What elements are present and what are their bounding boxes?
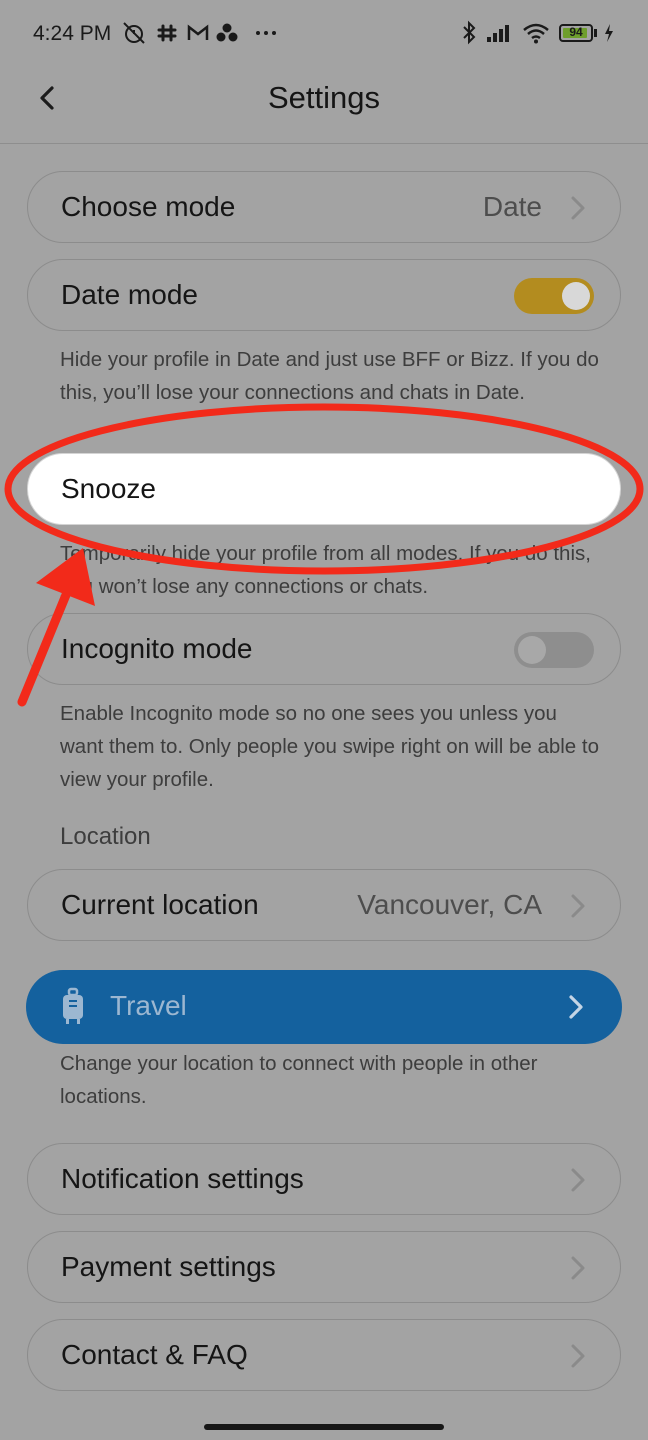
snooze-label: Snooze	[61, 473, 156, 504]
snooze-row[interactable]: Snooze	[27, 453, 621, 525]
notification-settings-label: Notification settings	[61, 1163, 304, 1194]
chevron-right-icon	[569, 995, 583, 1019]
toggle-knob	[562, 282, 590, 310]
date-mode-description: Hide your profile in Date and just use B…	[60, 348, 599, 404]
date-mode-row: Date mode	[27, 259, 621, 331]
incognito-description: Enable Incognito mode so no one sees you…	[60, 702, 599, 791]
current-location-row[interactable]: Current location Vancouver, CA	[27, 869, 621, 941]
battery-tip	[594, 29, 597, 37]
status-time: 4:24 PM	[33, 22, 112, 45]
travel-label: Travel	[110, 990, 187, 1021]
header: Settings	[0, 58, 648, 144]
incognito-mode-toggle[interactable]	[514, 632, 594, 668]
slack-icon	[156, 20, 178, 53]
signal-icon	[485, 20, 515, 53]
gmail-icon	[186, 20, 210, 53]
wifi-icon	[521, 20, 551, 53]
choose-mode-label: Choose mode	[61, 191, 236, 222]
payment-settings-row[interactable]: Payment settings	[27, 1231, 621, 1303]
incognito-mode-label: Incognito mode	[61, 633, 253, 664]
chevron-right-icon	[571, 1344, 585, 1368]
chevron-right-icon	[571, 1256, 585, 1280]
chevron-right-icon	[571, 196, 585, 220]
battery-percent: 94	[569, 25, 583, 39]
contact-faq-row[interactable]: Contact & FAQ	[27, 1319, 621, 1391]
snooze-description: Temporarily hide your profile from all m…	[60, 542, 591, 598]
date-mode-label: Date mode	[61, 279, 198, 310]
date-mode-toggle[interactable]	[514, 278, 594, 314]
cluster-icon	[215, 20, 239, 53]
alarm-off-icon	[121, 20, 147, 53]
choose-mode-row[interactable]: Choose mode Date	[27, 171, 621, 243]
notification-settings-row[interactable]: Notification settings	[27, 1143, 621, 1215]
contact-faq-label: Contact & FAQ	[61, 1339, 248, 1370]
page-title: Settings	[267, 80, 380, 115]
suitcase-icon	[63, 987, 83, 1024]
incognito-mode-row: Incognito mode	[27, 613, 621, 685]
current-location-value: Vancouver, CA	[357, 889, 542, 920]
travel-description: Change your location to connect with peo…	[60, 1052, 538, 1108]
choose-mode-value: Date	[482, 191, 542, 222]
home-indicator[interactable]	[204, 1424, 444, 1430]
bluetooth-icon	[459, 20, 479, 53]
payment-settings-label: Payment settings	[61, 1251, 276, 1282]
chevron-right-icon	[571, 1168, 585, 1192]
battery-icon: 94	[559, 24, 593, 42]
current-location-label: Current location	[61, 889, 259, 920]
toggle-knob	[518, 636, 546, 664]
status-bar: 4:24 PM 94	[0, 0, 648, 58]
charging-bolt-icon	[602, 20, 616, 53]
travel-button[interactable]: Travel	[26, 970, 622, 1044]
more-dots-icon	[254, 20, 278, 53]
chevron-right-icon	[571, 894, 585, 918]
location-section-label: Location	[60, 823, 151, 850]
